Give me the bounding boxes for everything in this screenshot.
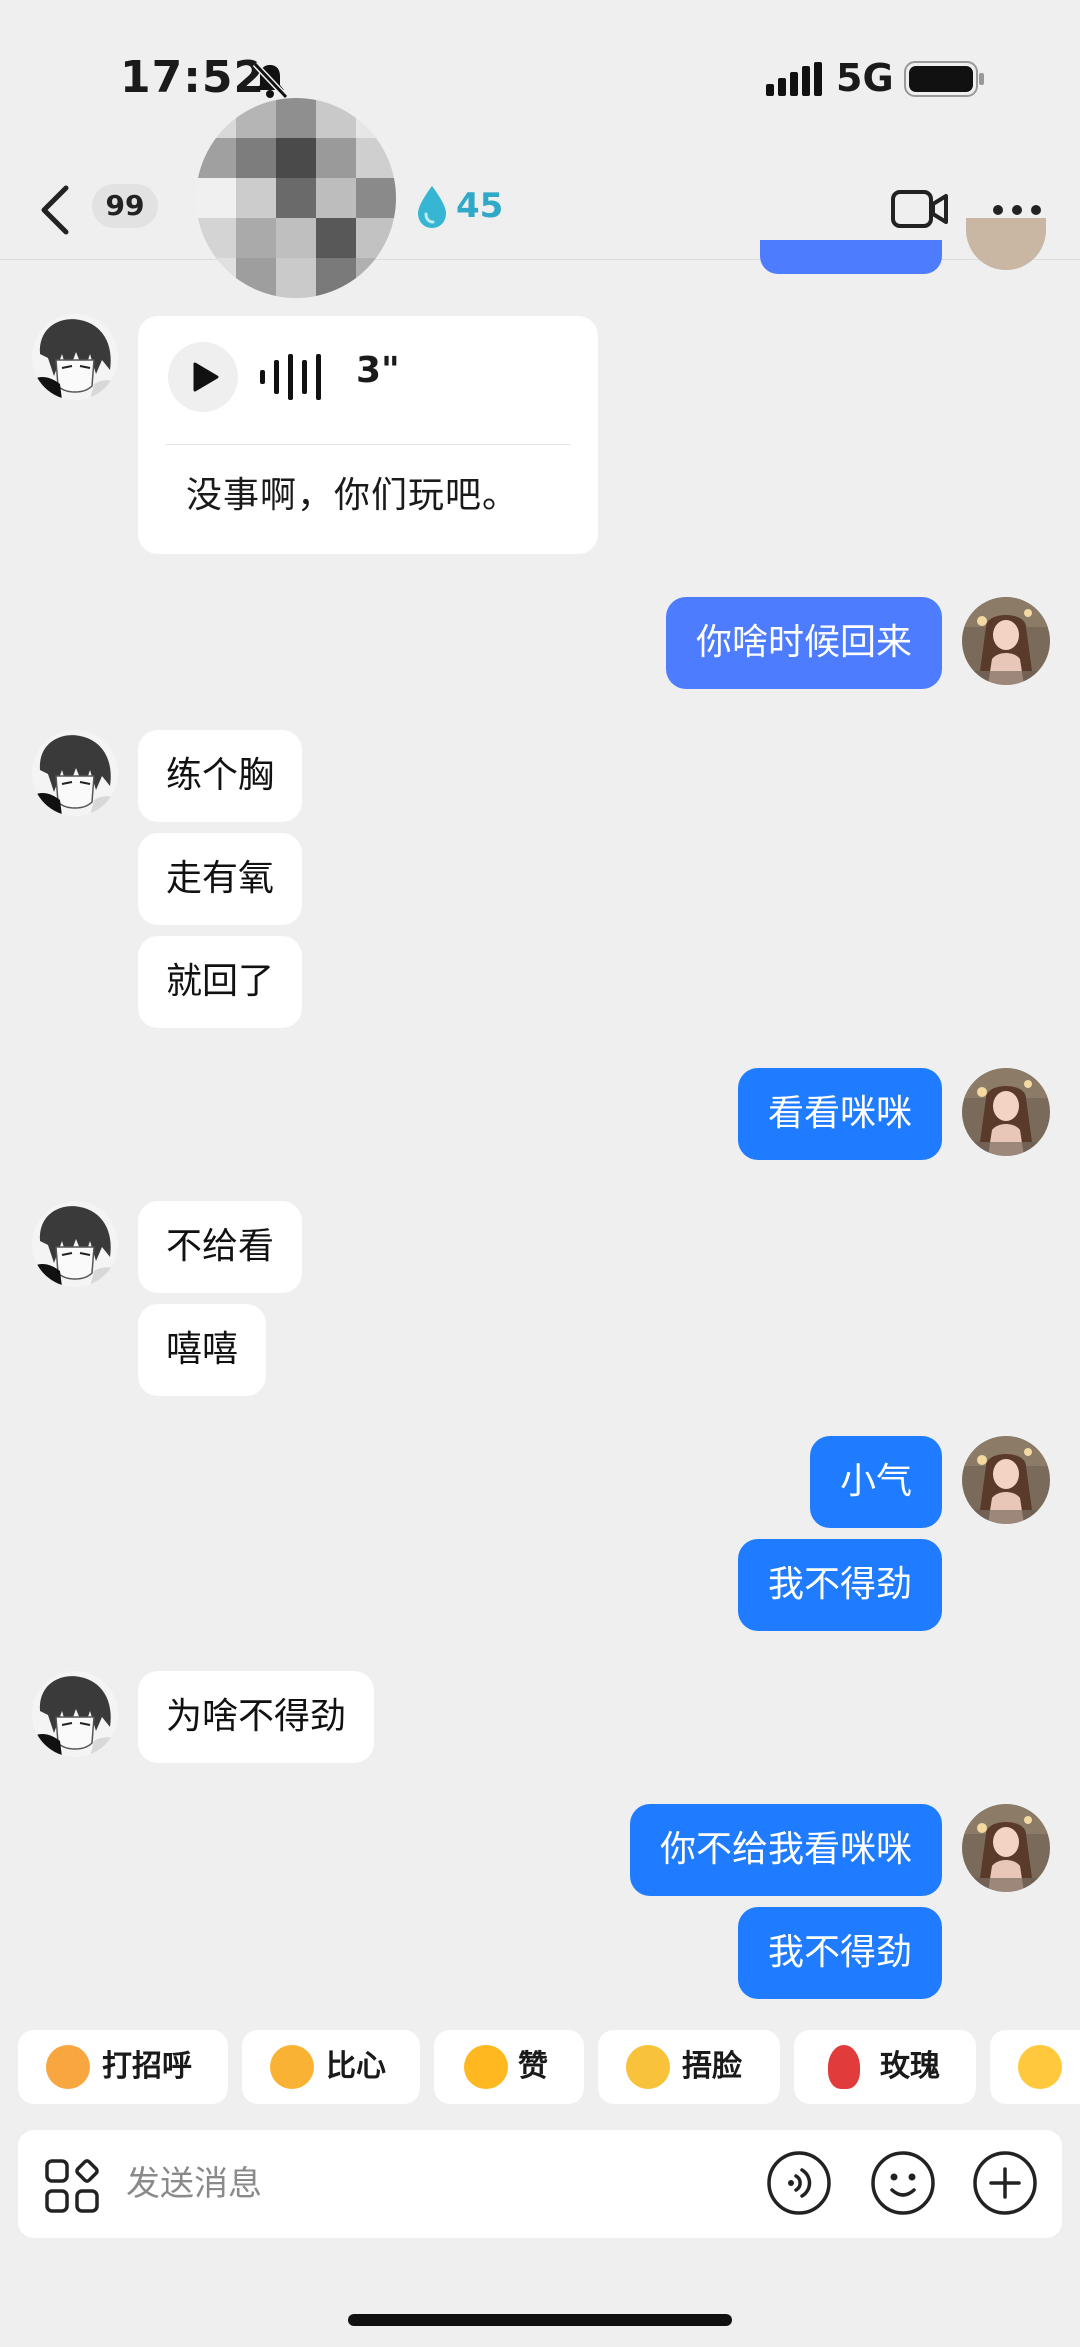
- mosaic-tile: [316, 178, 356, 218]
- mosaic-tile: [356, 218, 396, 258]
- message-bubble-outgoing[interactable]: 你啥时候回来: [665, 597, 942, 689]
- message-bubble-outgoing[interactable]: 我不得劲: [737, 1539, 942, 1631]
- waveform-icon: [260, 354, 321, 400]
- status-time: 17:52: [120, 52, 266, 103]
- voice-divider: [166, 444, 570, 445]
- message-input[interactable]: [126, 2154, 746, 2214]
- mosaic-tile: [196, 178, 236, 218]
- partial-outgoing-bubble[interactable]: [760, 240, 942, 274]
- clap-emoji-icon: [1018, 2045, 1062, 2089]
- water-drop-streak-icon: [418, 186, 446, 228]
- mosaic-tile: [236, 258, 276, 298]
- quick-reaction-bar: 打招呼 比心 赞 捂脸 玫瑰: [0, 2030, 1080, 2106]
- more-options-icon[interactable]: [992, 204, 1042, 216]
- reaction-chip-clap[interactable]: [990, 2030, 1080, 2104]
- emoji-icon[interactable]: [870, 2150, 936, 2216]
- mosaic-tile: [276, 218, 316, 258]
- mosaic-tile: [276, 138, 316, 178]
- mosaic-tile: [276, 178, 316, 218]
- voice-transcript: 没事啊，你们玩吧。: [186, 475, 520, 516]
- mosaic-tile: [236, 138, 276, 178]
- cellular-signal-icon: [766, 62, 822, 96]
- reaction-chip-like[interactable]: 赞: [434, 2030, 584, 2104]
- message-input-bar: [18, 2130, 1062, 2238]
- message-bubble-outgoing[interactable]: 小气: [809, 1436, 942, 1528]
- voice-duration: 3": [356, 350, 400, 391]
- contact-avatar-manga[interactable]: [32, 314, 118, 400]
- contact-avatar-pixelated[interactable]: [196, 98, 396, 298]
- message-bubble-incoming[interactable]: 走有氧: [138, 833, 303, 925]
- add-plus-icon[interactable]: [972, 2150, 1038, 2216]
- voice-play-button[interactable]: [168, 342, 238, 412]
- mosaic-tile: [276, 98, 316, 138]
- contact-avatar-manga[interactable]: [32, 730, 118, 816]
- mosaic-tile: [196, 258, 236, 298]
- mosaic-tile: [236, 218, 276, 258]
- my-avatar-partial[interactable]: [966, 218, 1046, 270]
- network-type: 5G: [836, 56, 894, 100]
- my-avatar[interactable]: [962, 1804, 1050, 1892]
- voice-input-icon[interactable]: [766, 2150, 832, 2216]
- my-avatar[interactable]: [962, 1068, 1050, 1156]
- mosaic-tile: [356, 178, 396, 218]
- message-bubble-incoming[interactable]: 为啥不得劲: [138, 1671, 375, 1763]
- contact-avatar-manga[interactable]: [32, 1201, 118, 1287]
- video-call-icon[interactable]: [890, 186, 950, 232]
- reaction-chip-greet[interactable]: 打招呼: [18, 2030, 228, 2104]
- status-bar: 17:52 5G: [0, 0, 1080, 160]
- apps-grid-icon[interactable]: [44, 2158, 100, 2214]
- my-avatar[interactable]: [962, 597, 1050, 685]
- mosaic-tile: [316, 258, 356, 298]
- contact-avatar-manga[interactable]: [32, 1671, 118, 1757]
- mosaic-tile: [316, 138, 356, 178]
- my-avatar[interactable]: [962, 1436, 1050, 1524]
- message-bubble-outgoing[interactable]: 我不得劲: [737, 1907, 942, 1999]
- message-bubble-incoming[interactable]: 就回了: [138, 936, 303, 1028]
- thumbs-up-emoji-icon: [464, 2045, 508, 2089]
- facepalm-emoji-icon: [626, 2045, 670, 2089]
- home-indicator[interactable]: [348, 2314, 732, 2326]
- muted-bell-icon: [252, 61, 289, 100]
- streak-count: 45: [456, 186, 504, 226]
- mosaic-tile: [316, 218, 356, 258]
- message-bubble-incoming[interactable]: 练个胸: [138, 730, 303, 822]
- unread-count-badge[interactable]: 99: [92, 184, 158, 228]
- reaction-chip-heart[interactable]: 比心: [242, 2030, 420, 2104]
- voice-message-card[interactable]: 3" 没事啊，你们玩吧。: [138, 316, 598, 554]
- message-bubble-outgoing[interactable]: 你不给我看咪咪: [629, 1804, 942, 1896]
- mosaic-tile: [236, 178, 276, 218]
- back-arrow-icon[interactable]: [36, 182, 76, 238]
- battery-icon: [904, 61, 984, 97]
- message-bubble-incoming[interactable]: 嘻嘻: [138, 1304, 267, 1396]
- heart-hands-emoji-icon: [270, 2045, 314, 2089]
- mosaic-tile: [196, 218, 236, 258]
- mosaic-tile: [356, 258, 396, 298]
- message-bubble-outgoing[interactable]: 看看咪咪: [737, 1068, 942, 1160]
- waving-emoji-icon: [46, 2045, 90, 2089]
- reaction-chip-facepalm[interactable]: 捂脸: [598, 2030, 780, 2104]
- reaction-chip-rose[interactable]: 玫瑰: [794, 2030, 976, 2104]
- play-icon: [193, 362, 219, 392]
- message-bubble-incoming[interactable]: 不给看: [138, 1201, 303, 1293]
- rose-emoji-icon: [828, 2045, 860, 2089]
- mosaic-tile: [276, 258, 316, 298]
